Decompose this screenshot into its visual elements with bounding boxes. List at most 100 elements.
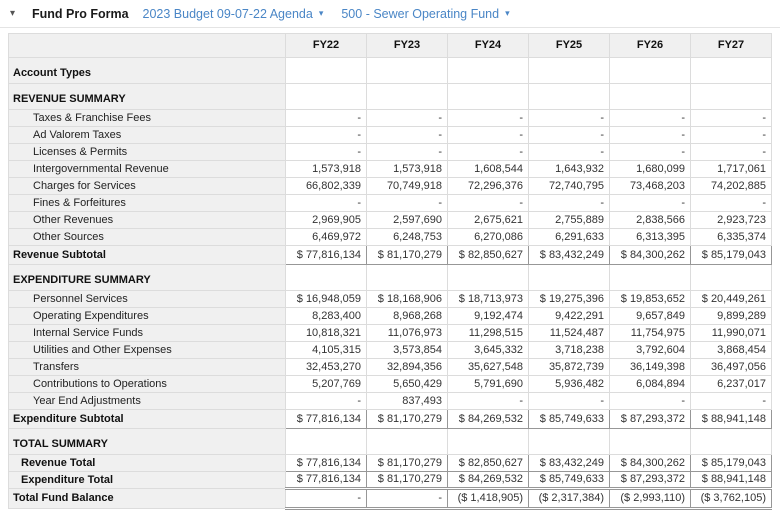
data-cell: ($ 1,418,905) [448,489,529,509]
data-cell: 11,298,515 [448,325,529,342]
data-cell: $ 84,300,262 [610,455,691,472]
data-cell [367,429,448,455]
table-row: Other Sources6,469,9726,248,7536,270,086… [9,229,772,246]
table-row: Revenue Subtotal$ 77,816,134$ 81,170,279… [9,246,772,265]
collapse-caret-icon[interactable]: ▾ [10,9,24,19]
data-cell: $ 83,432,249 [529,246,610,265]
data-cell: 6,248,753 [367,229,448,246]
data-cell: $ 85,179,043 [691,246,772,265]
data-cell [610,84,691,110]
corner-header-cell [9,34,286,58]
data-cell: 837,493 [367,393,448,410]
table-row: REVENUE SUMMARY [9,84,772,110]
table-row: Taxes & Franchise Fees------ [9,110,772,127]
data-cell: 74,202,885 [691,178,772,195]
row-label: Ad Valorem Taxes [9,127,286,144]
table-row: TOTAL SUMMARY [9,429,772,455]
data-cell: $ 85,179,043 [691,455,772,472]
table-row: Utilities and Other Expenses4,105,3153,5… [9,342,772,359]
data-cell: $ 83,432,249 [529,455,610,472]
data-cell: 3,792,604 [610,342,691,359]
data-cell: $ 16,948,059 [286,291,367,308]
data-cell: 1,608,544 [448,161,529,178]
table-row: Expenditure Subtotal$ 77,816,134$ 81,170… [9,410,772,429]
data-cell: - [448,195,529,212]
data-cell: 2,923,723 [691,212,772,229]
data-cell: $ 84,269,532 [448,472,529,489]
data-cell: 5,936,482 [529,376,610,393]
data-cell: 36,149,398 [610,359,691,376]
data-cell: - [286,195,367,212]
row-label: Licenses & Permits [9,144,286,161]
data-cell [367,265,448,291]
data-cell: 6,313,395 [610,229,691,246]
data-cell: - [448,110,529,127]
data-cell: 1,717,061 [691,161,772,178]
data-cell: $ 19,275,396 [529,291,610,308]
data-cell: - [691,110,772,127]
table-row: Revenue Total$ 77,816,134$ 81,170,279$ 8… [9,455,772,472]
data-cell: - [367,195,448,212]
data-cell: $ 77,816,134 [286,472,367,489]
data-cell [529,58,610,84]
data-cell: 32,453,270 [286,359,367,376]
row-label: REVENUE SUMMARY [9,84,286,110]
row-label: Personnel Services [9,291,286,308]
data-cell: - [448,393,529,410]
data-cell [529,265,610,291]
data-cell: 35,872,739 [529,359,610,376]
data-cell: $ 19,853,652 [610,291,691,308]
fund-selector-dropdown[interactable]: 500 - Sewer Operating Fund ▾ [341,7,509,21]
data-cell: 9,192,474 [448,308,529,325]
data-cell: 8,968,268 [367,308,448,325]
data-cell: 72,740,795 [529,178,610,195]
data-cell: ($ 2,993,110) [610,489,691,509]
data-cell: 4,105,315 [286,342,367,359]
data-cell: 32,894,356 [367,359,448,376]
data-cell: $ 77,816,134 [286,246,367,265]
row-label: Revenue Total [9,455,286,472]
data-cell [691,429,772,455]
data-cell [529,429,610,455]
data-cell [286,429,367,455]
data-cell: 6,291,633 [529,229,610,246]
table-row: Operating Expenditures8,283,4008,968,268… [9,308,772,325]
data-cell: 6,237,017 [691,376,772,393]
data-cell: $ 18,713,973 [448,291,529,308]
row-label: Year End Adjustments [9,393,286,410]
toolbar: ▾ Fund Pro Forma 2023 Budget 09-07-22 Ag… [0,0,780,28]
data-cell: - [529,144,610,161]
table-row: Intergovernmental Revenue1,573,9181,573,… [9,161,772,178]
data-cell: $ 20,449,261 [691,291,772,308]
row-label: Contributions to Operations [9,376,286,393]
table-row: Expenditure Total$ 77,816,134$ 81,170,27… [9,472,772,489]
header-row: FY22FY23FY24FY25FY26FY27 [9,34,772,58]
data-cell: - [286,393,367,410]
data-cell: - [367,144,448,161]
table-row: Licenses & Permits------ [9,144,772,161]
data-cell: - [286,144,367,161]
table-row: Year End Adjustments-837,493---- [9,393,772,410]
data-cell: - [610,195,691,212]
row-label: Utilities and Other Expenses [9,342,286,359]
table-row: EXPENDITURE SUMMARY [9,265,772,291]
budget-selector-dropdown[interactable]: 2023 Budget 09-07-22 Agenda ▾ [143,7,324,21]
fund-selector-label: 500 - Sewer Operating Fund [341,7,499,21]
data-cell: 5,791,690 [448,376,529,393]
data-cell: - [610,393,691,410]
data-cell: 72,296,376 [448,178,529,195]
data-cell: $ 85,749,633 [529,472,610,489]
data-cell: $ 81,170,279 [367,410,448,429]
row-label: Other Sources [9,229,286,246]
budget-selector-label: 2023 Budget 09-07-22 Agenda [143,7,313,21]
table-row: Internal Service Funds10,818,32111,076,9… [9,325,772,342]
data-cell: 11,754,975 [610,325,691,342]
row-label: Operating Expenditures [9,308,286,325]
row-label: Other Revenues [9,212,286,229]
data-cell [286,265,367,291]
data-cell: $ 85,749,633 [529,410,610,429]
data-cell: - [529,110,610,127]
data-cell: 2,597,690 [367,212,448,229]
data-cell: 73,468,203 [610,178,691,195]
data-cell: 2,838,566 [610,212,691,229]
